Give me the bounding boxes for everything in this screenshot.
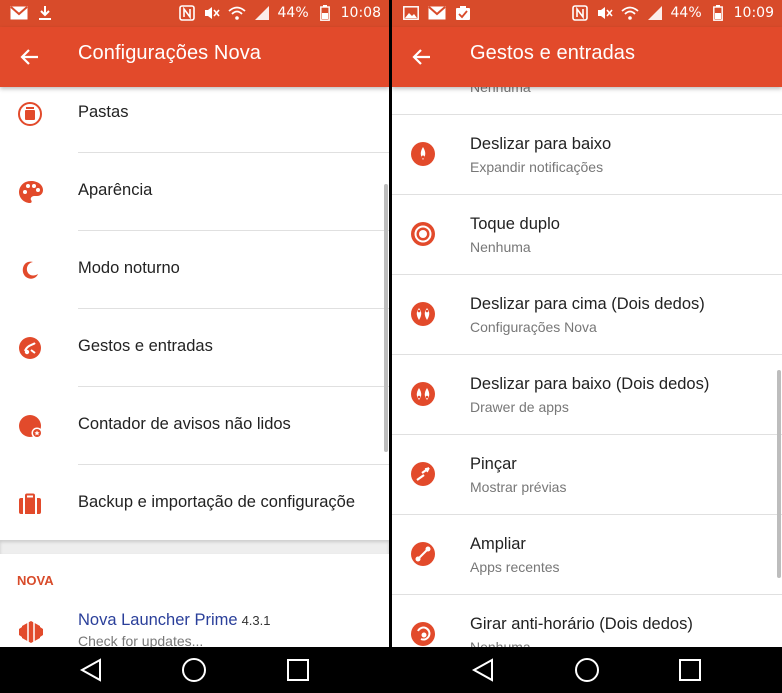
nav-home-icon[interactable]	[180, 656, 208, 684]
gesture-item-title: Deslizar para baixo	[470, 135, 612, 153]
nav-back-icon[interactable]	[78, 656, 106, 684]
mute-icon	[203, 4, 221, 22]
pinch-icon	[410, 461, 436, 487]
gesture-item-value: Drawer de apps	[470, 399, 569, 415]
settings-item-label: Aparência	[78, 181, 153, 199]
nova-update-text: Check for updates...	[78, 633, 204, 647]
gesture-item-partial[interactable]: Nenhuma	[392, 87, 782, 115]
settings-item-label: Modo noturno	[78, 259, 180, 277]
settings-item-label: Gestos e entradas	[78, 337, 213, 355]
gesture-item-title: Girar anti-horário (Dois dedos)	[470, 615, 693, 633]
clipboard-check-icon	[454, 4, 472, 22]
settings-item-label: Contador de avisos não lidos	[78, 415, 291, 433]
back-arrow-icon[interactable]	[410, 45, 434, 69]
gesture-item-value: Nenhuma	[470, 639, 531, 647]
gesture-icon	[18, 336, 42, 360]
gesture-item-value: Mostrar prévias	[470, 479, 567, 495]
clock: 10:08	[340, 5, 381, 21]
navigation-bar	[392, 647, 782, 693]
gesture-item-value: Nenhuma	[470, 87, 531, 95]
gesture-item-rotate-ccw[interactable]: Girar anti-horário (Dois dedos) Nenhuma	[392, 595, 782, 647]
two-finger-down-icon	[410, 381, 436, 407]
battery-icon	[316, 4, 334, 22]
gesture-item-title: Toque duplo	[470, 215, 560, 233]
nova-version: 4.3.1	[241, 613, 271, 628]
gesture-item-two-finger-up[interactable]: Deslizar para cima (Dois dedos) Configur…	[392, 275, 782, 355]
wifi-icon	[620, 4, 639, 22]
settings-item-night-mode[interactable]: Modo noturno	[0, 231, 389, 309]
gesture-item-value: Nenhuma	[470, 239, 531, 255]
spread-icon	[410, 541, 436, 567]
download-icon	[36, 4, 54, 22]
app-bar: Gestos e entradas	[392, 27, 782, 87]
gesture-item-value: Apps recentes	[470, 559, 560, 575]
wifi-icon	[227, 4, 246, 22]
gmail-icon	[10, 4, 28, 22]
gesture-item-title: Deslizar para cima (Dois dedos)	[470, 295, 705, 313]
page-title: Gestos e entradas	[470, 42, 636, 64]
battery-icon	[709, 4, 727, 22]
status-bar: 44% 10:09	[392, 0, 782, 27]
gesture-item-value: Configurações Nova	[470, 319, 597, 335]
double-tap-icon	[410, 221, 436, 247]
settings-item-label: Pastas	[78, 103, 129, 121]
scrollbar[interactable]	[777, 370, 781, 578]
settings-item-backup[interactable]: Backup e importação de configuraçõe	[0, 465, 389, 543]
back-arrow-icon[interactable]	[18, 45, 42, 69]
battery-percent: 44%	[277, 5, 309, 21]
moon-icon	[18, 258, 42, 282]
nfc-icon	[571, 4, 589, 22]
mute-icon	[596, 4, 614, 22]
nova-name: Nova Launcher Prime 4.3.1	[78, 611, 271, 629]
status-bar: 44% 10:08	[0, 0, 389, 27]
gesture-item-two-finger-down[interactable]: Deslizar para baixo (Dois dedos) Drawer …	[392, 355, 782, 435]
gestures-screen: 44% 10:09 Gestos e entradas Nenhuma Desl…	[392, 0, 782, 693]
settings-item-folders[interactable]: Pastas	[0, 87, 389, 153]
gestures-list: Nenhuma Deslizar para baixo Expandir not…	[392, 87, 782, 647]
two-finger-up-icon	[410, 301, 436, 327]
briefcase-icon	[18, 492, 42, 516]
settings-item-appearance[interactable]: Aparência	[0, 153, 389, 231]
settings-item-gestures[interactable]: Gestos e entradas	[0, 309, 389, 387]
swipe-down-icon	[410, 141, 436, 167]
gesture-item-swipe-down[interactable]: Deslizar para baixo Expandir notificaçõe…	[392, 115, 782, 195]
gesture-item-pinch[interactable]: Pinçar Mostrar prévias	[392, 435, 782, 515]
settings-screen: 44% 10:08 Configurações Nova Pastas Apar…	[0, 0, 389, 693]
gesture-item-double-tap[interactable]: Toque duplo Nenhuma	[392, 195, 782, 275]
settings-list: Pastas Aparência Modo noturno Gestos e e…	[0, 87, 389, 647]
badge-icon	[18, 414, 43, 439]
rotate-ccw-icon	[410, 621, 436, 647]
gesture-item-title: Pinçar	[470, 455, 517, 473]
battery-percent: 44%	[670, 5, 702, 21]
signal-icon	[646, 4, 664, 22]
gallery-icon	[402, 4, 420, 22]
nav-back-icon[interactable]	[470, 656, 498, 684]
nova-logo-icon	[18, 619, 43, 643]
clock: 10:09	[733, 5, 774, 21]
palette-icon	[18, 180, 43, 204]
nova-launcher-item[interactable]: Nova Launcher Prime 4.3.1 Check for updat…	[0, 597, 389, 647]
gesture-item-title: Ampliar	[470, 535, 526, 553]
settings-item-unread-counter[interactable]: Contador de avisos não lidos	[0, 387, 389, 465]
settings-item-label: Backup e importação de configuraçõe	[78, 493, 356, 511]
gesture-item-title: Deslizar para baixo (Dois dedos)	[470, 375, 710, 393]
section-gap	[0, 540, 389, 554]
nfc-icon	[178, 4, 196, 22]
nav-recents-icon[interactable]	[676, 656, 704, 684]
nav-home-icon[interactable]	[573, 656, 601, 684]
nav-recents-icon[interactable]	[284, 656, 312, 684]
navigation-bar	[0, 647, 389, 693]
gesture-item-spread[interactable]: Ampliar Apps recentes	[392, 515, 782, 595]
folder-icon	[18, 102, 42, 126]
section-header: NOVA	[17, 573, 54, 588]
gmail-icon	[428, 4, 446, 22]
app-bar: Configurações Nova	[0, 27, 389, 87]
page-title: Configurações Nova	[78, 42, 262, 64]
gesture-item-value: Expandir notificações	[470, 159, 604, 175]
signal-icon	[253, 4, 271, 22]
scrollbar[interactable]	[384, 184, 388, 452]
